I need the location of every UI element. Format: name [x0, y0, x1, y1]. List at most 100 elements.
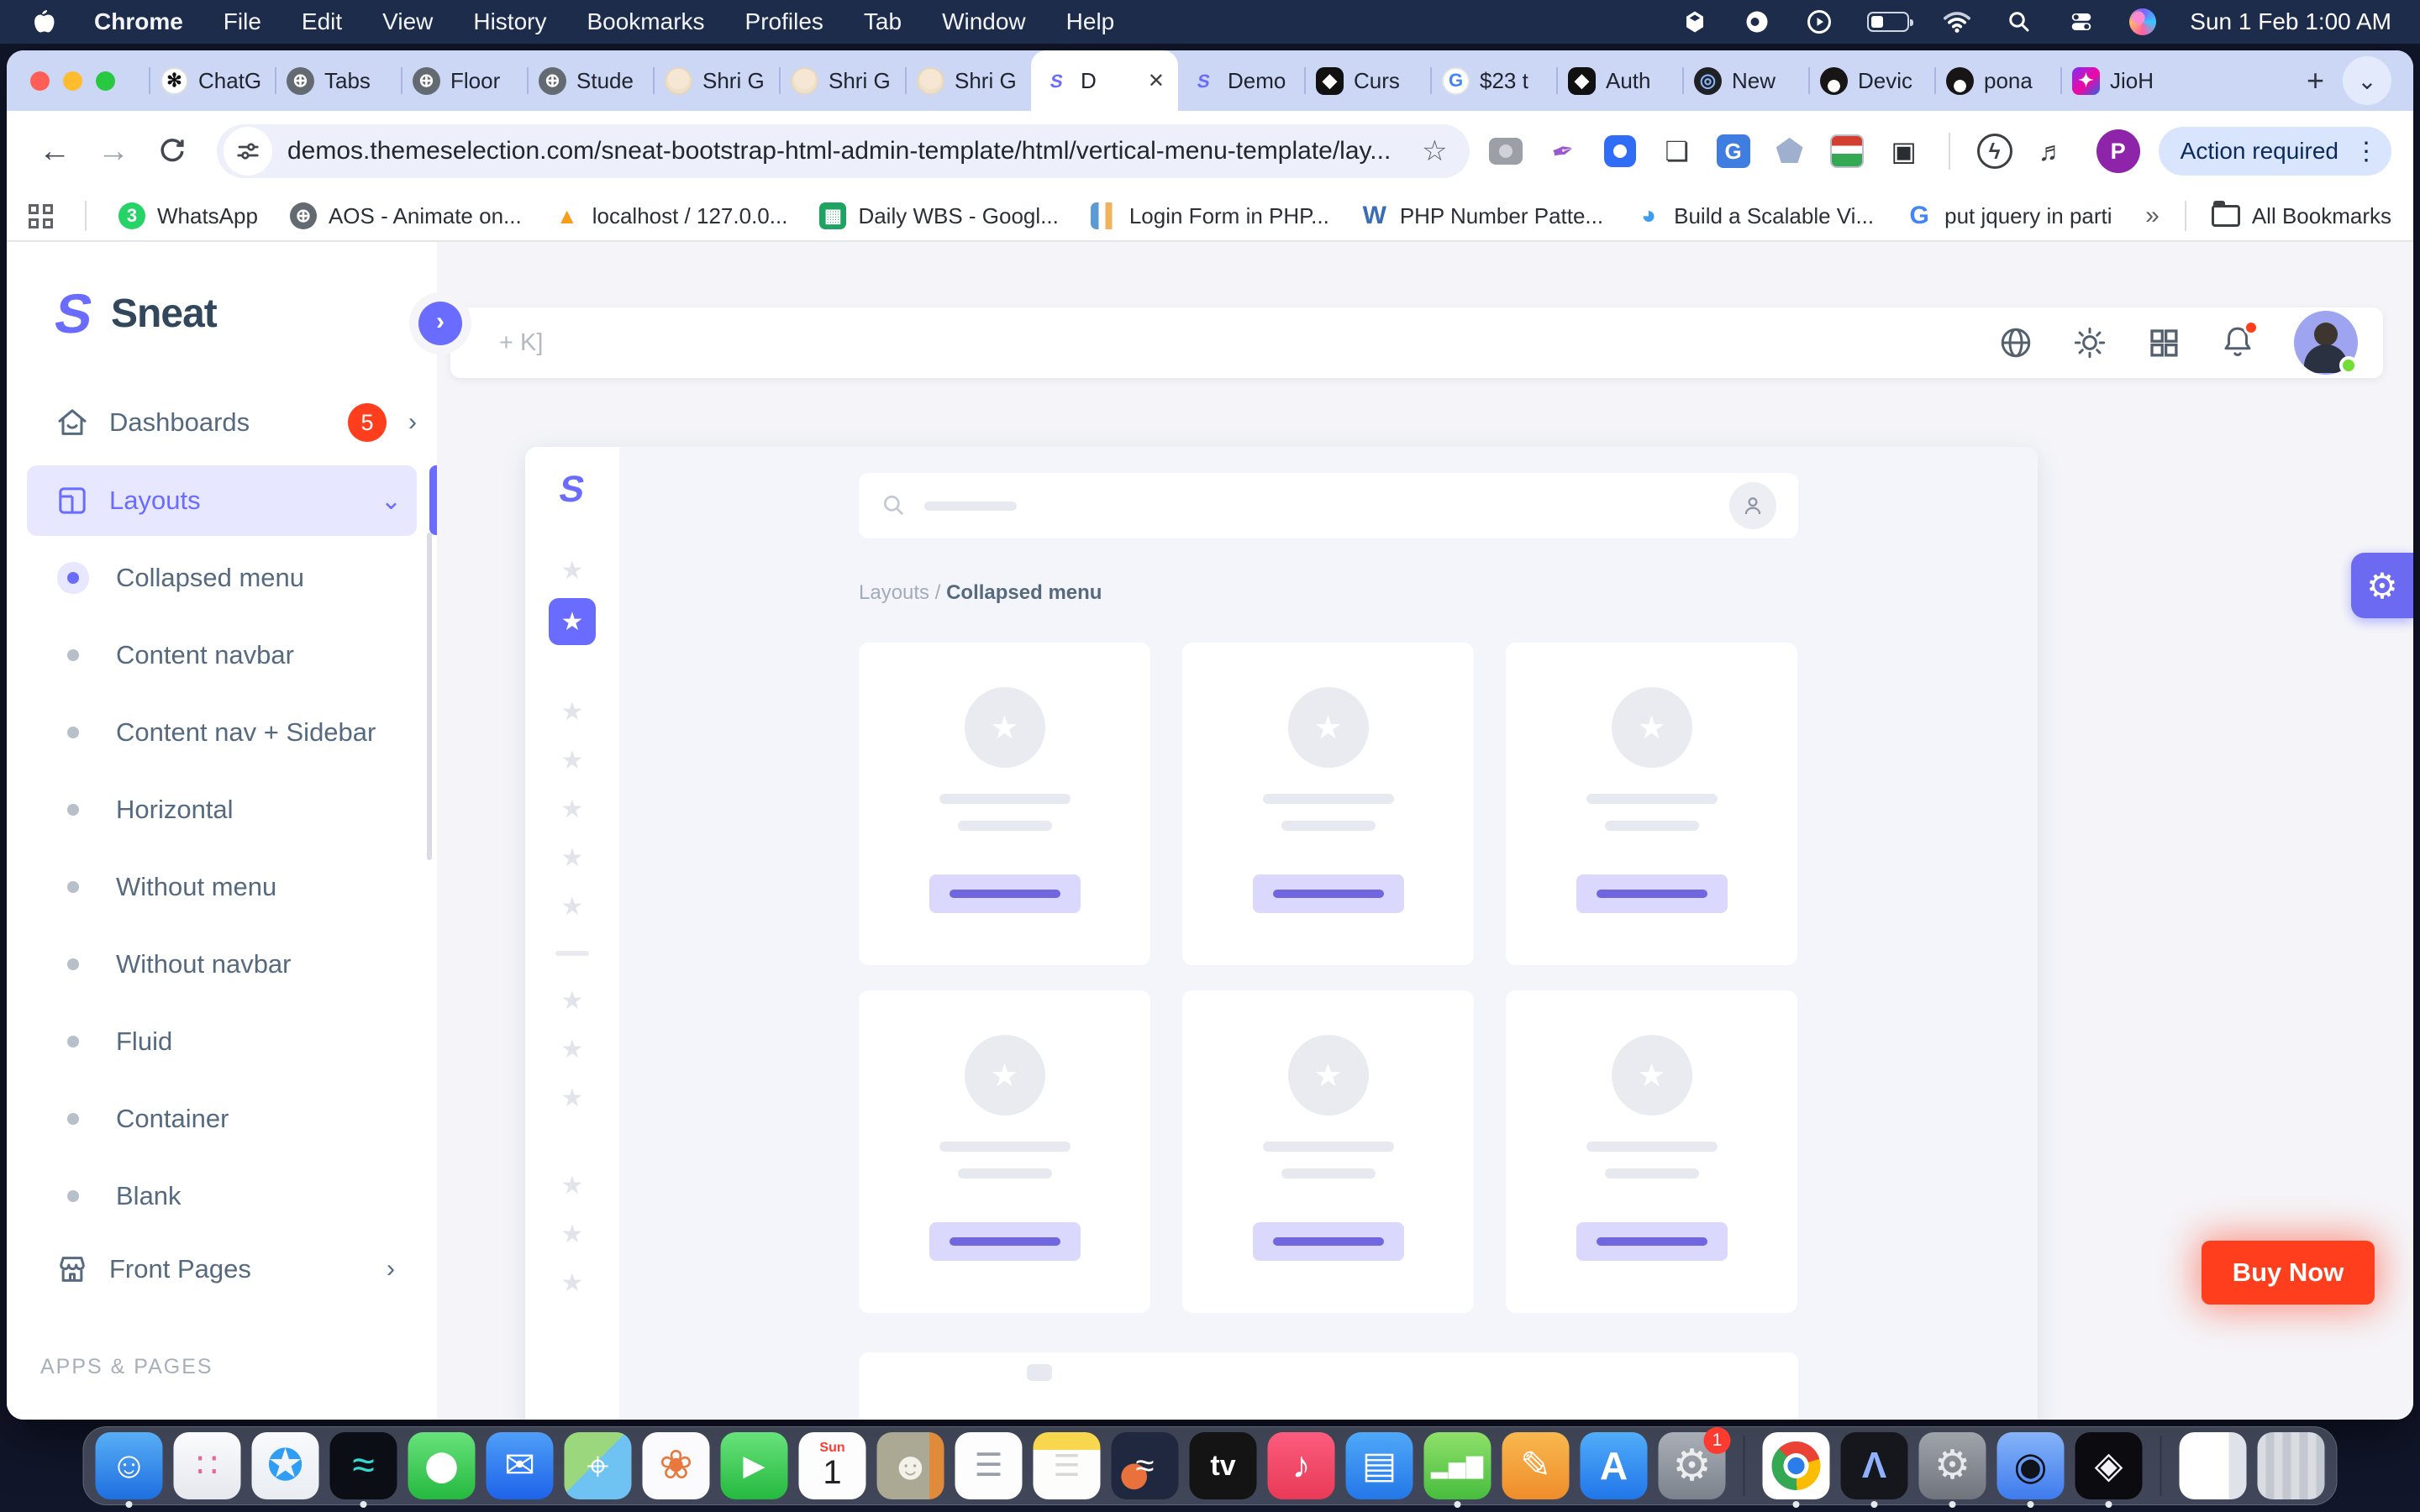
sidebar-item-fluid[interactable]: Fluid	[7, 1003, 437, 1080]
menubar-clock[interactable]: Sun 1 Feb 1:00 AM	[2190, 8, 2391, 35]
sidebar-item-dashboards[interactable]: Dashboards 5 ›	[7, 387, 417, 458]
dock-finder-icon[interactable]: ☺	[96, 1432, 163, 1499]
dock-calendar-icon[interactable]: Sun 1	[799, 1432, 866, 1499]
menubar-file[interactable]: File	[224, 8, 261, 35]
tab-ponar[interactable]: pona	[1934, 50, 2060, 111]
menubar-window[interactable]: Window	[942, 8, 1026, 35]
tab-device[interactable]: Devic	[1808, 50, 1934, 111]
bookmark-aos[interactable]: ⊕ AOS - Animate on...	[290, 202, 522, 229]
spotlight-search-icon[interactable]	[2005, 8, 2033, 36]
jar-extension-icon[interactable]: ▣	[1886, 134, 1922, 169]
tab-close-icon[interactable]: ✕	[1146, 69, 1166, 93]
dock-contacts-icon[interactable]: ☻	[877, 1432, 944, 1499]
translate-extension-icon[interactable]: G	[1717, 134, 1750, 168]
bookmark-build-scalable[interactable]: ◕ Build a Scalable Vi...	[1635, 202, 1874, 229]
template-customizer-button[interactable]: ⚙	[2351, 553, 2413, 618]
chrome-profile-avatar[interactable]: P	[2096, 129, 2140, 173]
sidebar-toggle-button[interactable]: ›	[409, 292, 471, 354]
user-avatar[interactable]	[2294, 311, 2358, 375]
menubar-profiles[interactable]: Profiles	[745, 8, 823, 35]
search-shortcut-hint[interactable]: + K]	[499, 329, 543, 357]
bookmark-php-pattern[interactable]: W PHP Number Patte...	[1361, 202, 1603, 229]
forward-button[interactable]: →	[87, 125, 139, 177]
recorder-extension-icon[interactable]	[1602, 134, 1638, 169]
energy-saver-icon[interactable]: ϟ	[1977, 134, 2012, 169]
dock-trash-icon[interactable]	[2258, 1432, 2325, 1499]
tab-auth[interactable]: ◆ Auth	[1556, 50, 1682, 111]
dock-freeform-icon[interactable]: ≈	[1112, 1432, 1179, 1499]
wifi-icon[interactable]	[1943, 8, 1971, 36]
tab-shri-1[interactable]: Shri G	[653, 50, 779, 111]
screenshot-extension-icon[interactable]: ❏	[1660, 134, 1695, 169]
bookmarks-overflow-chevron[interactable]: »	[2145, 202, 2160, 230]
dock-system-settings-icon[interactable]: ⚙ 1	[1659, 1432, 1726, 1499]
apple-menu-icon[interactable]	[29, 8, 57, 36]
minimize-window-button[interactable]	[63, 71, 82, 91]
menubar-history[interactable]: History	[473, 8, 546, 35]
bookmark-localhost[interactable]: ▲ localhost / 127.0.0...	[554, 202, 788, 229]
dock-apple-tv-icon[interactable]: tv	[1190, 1432, 1257, 1499]
tab-search-button[interactable]: ⌄	[2343, 56, 2391, 105]
sidebar-item-horizontal[interactable]: Horizontal	[7, 771, 437, 848]
tab-new[interactable]: ◎ New	[1682, 50, 1808, 111]
menubar-view[interactable]: View	[382, 8, 433, 35]
sidebar-item-layouts[interactable]: Layouts ⌄	[27, 465, 417, 536]
action-required-pill[interactable]: Action required ⋮	[2159, 127, 2391, 176]
sidebar-item-without-menu[interactable]: Without menu	[7, 848, 437, 926]
menubar-bookmarks[interactable]: Bookmarks	[587, 8, 704, 35]
dock-crystal-icon[interactable]: ◈	[2075, 1432, 2143, 1499]
tab-shri-3[interactable]: Shri G	[905, 50, 1031, 111]
back-button[interactable]: ←	[29, 125, 81, 177]
shield-extension-icon[interactable]: ⬟	[1772, 134, 1807, 169]
tab-floor[interactable]: ⊕ Floor	[401, 50, 527, 111]
dock-app-store-icon[interactable]: A	[1581, 1432, 1648, 1499]
dock-music-icon[interactable]: ♪	[1268, 1432, 1335, 1499]
dock-launchpad-icon[interactable]: ∷	[174, 1432, 241, 1499]
dock-chrome-icon[interactable]	[1763, 1432, 1830, 1499]
dock-pages-icon[interactable]: ✎	[1502, 1432, 1570, 1499]
sidebar-item-collapsed-menu[interactable]: Collapsed menu	[7, 539, 437, 617]
menubar-tab[interactable]: Tab	[864, 8, 902, 35]
tab-demo-active[interactable]: S D ✕	[1031, 50, 1178, 111]
light-theme-sun-icon[interactable]	[2072, 325, 2107, 360]
site-settings-icon[interactable]	[224, 127, 272, 176]
dock-blue-utility-icon[interactable]: ◉	[1997, 1432, 2065, 1499]
tab-tabs[interactable]: ⊕ Tabs	[275, 50, 401, 111]
all-bookmarks-button[interactable]: All Bookmarks	[2212, 203, 2391, 229]
buy-now-button[interactable]: Buy Now	[2202, 1241, 2375, 1305]
tab-demo[interactable]: S Demo	[1178, 50, 1304, 111]
shortcuts-grid-icon[interactable]	[2146, 325, 2181, 360]
dock-facetime-icon[interactable]: ▶	[721, 1432, 788, 1499]
menubar-edit[interactable]: Edit	[302, 8, 342, 35]
dock-notes-icon[interactable]: ☰	[1034, 1432, 1101, 1499]
bookmark-star-icon[interactable]: ☆	[1408, 134, 1460, 168]
address-bar[interactable]: demos.themeselection.com/sneat-bootstrap…	[217, 124, 1470, 178]
url-text[interactable]: demos.themeselection.com/sneat-bootstrap…	[287, 137, 1408, 165]
play-circle-icon[interactable]	[1805, 8, 1833, 36]
apps-grid-icon[interactable]	[29, 204, 53, 228]
new-tab-button[interactable]: +	[2288, 63, 2343, 98]
reload-button[interactable]	[146, 125, 198, 177]
control-center-icon[interactable]	[2067, 8, 2096, 36]
sidebar-item-without-navbar[interactable]: Without navbar	[7, 926, 437, 1003]
sidebar-item-content-nav-sidebar[interactable]: Content nav + Sidebar	[7, 694, 437, 771]
dock-wave-app-icon[interactable]: ≈	[330, 1432, 397, 1499]
maximize-window-button[interactable]	[96, 71, 115, 91]
bookmark-daily-wbs[interactable]: ▦ Daily WBS - Googl...	[819, 202, 1058, 229]
dock-mail-icon[interactable]: ✉	[487, 1432, 554, 1499]
dock-reminders-icon[interactable]: ☰	[955, 1432, 1023, 1499]
tab-23[interactable]: G $23 t	[1430, 50, 1556, 111]
notifications-bell-icon[interactable]	[2220, 323, 2255, 363]
layout-preview-panel[interactable]: S ★ ★ ★ ★ ★ ★ ★ ★ ★ ★ ★ ★ ★	[525, 447, 2038, 1420]
dock-messages-icon[interactable]: ⬤	[408, 1432, 476, 1499]
sneat-brand[interactable]: S Sneat	[55, 286, 217, 341]
dock-safari-icon[interactable]: ✪	[252, 1432, 319, 1499]
sidebar-item-front-pages[interactable]: Front Pages ›	[7, 1234, 417, 1305]
bookmark-whatsapp[interactable]: 3 WhatsApp	[118, 202, 258, 229]
tab-cursor[interactable]: ◆ Curs	[1304, 50, 1430, 111]
dock-keynote-icon[interactable]: ▤	[1346, 1432, 1413, 1499]
dock-photos-icon[interactable]: ❀	[643, 1432, 710, 1499]
sidebar-item-blank[interactable]: Blank	[7, 1158, 437, 1235]
feather-extension-icon[interactable]: ✒	[1541, 129, 1584, 172]
language-globe-icon[interactable]	[1998, 325, 2033, 360]
